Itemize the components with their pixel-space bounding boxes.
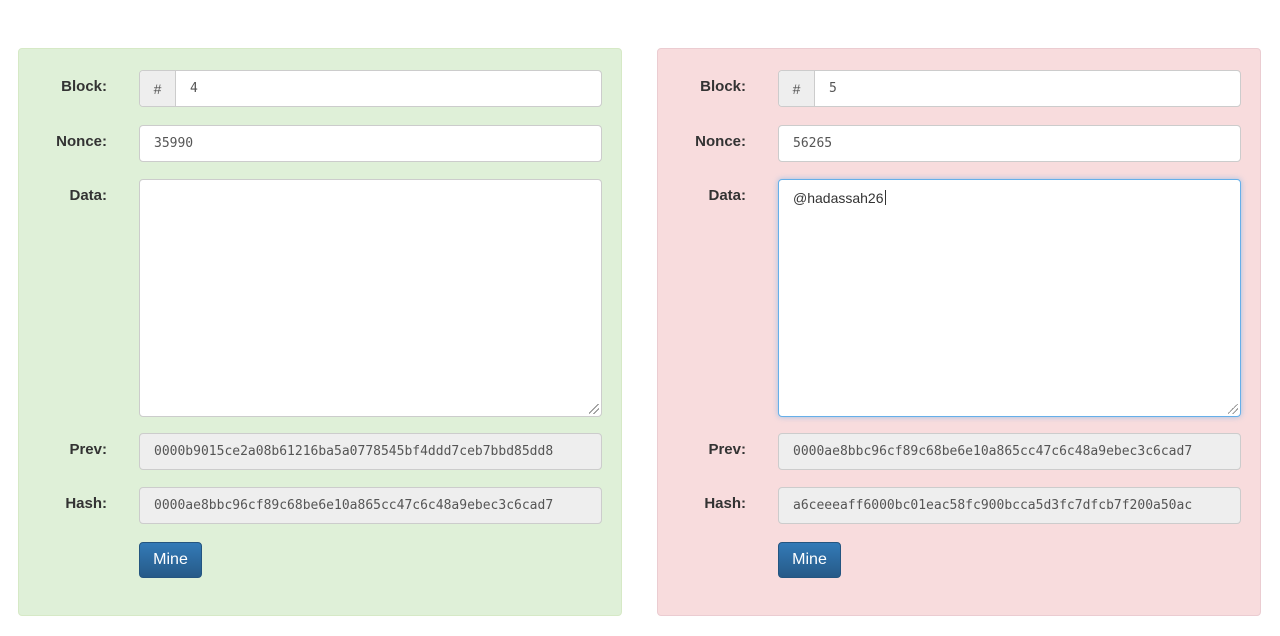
block-label: Block: bbox=[61, 78, 107, 95]
block-label: Block: bbox=[700, 78, 746, 95]
data-textarea[interactable]: @hadassah26 bbox=[778, 179, 1241, 417]
hash-value: 0000ae8bbc96cf89c68be6e10a865cc47c6c48a9… bbox=[154, 498, 554, 513]
prev-hash-field[interactable]: 0000ae8bbc96cf89c68be6e10a865cc47c6c48a9… bbox=[778, 433, 1241, 470]
hash-label: Hash: bbox=[704, 495, 746, 512]
resize-grip-icon[interactable] bbox=[589, 404, 599, 414]
nonce-label: Nonce: bbox=[56, 133, 107, 150]
prev-label: Prev: bbox=[708, 441, 746, 458]
block-number-value: 5 bbox=[829, 81, 837, 96]
text-caret bbox=[884, 190, 886, 205]
block-number-value: 4 bbox=[190, 81, 198, 96]
nonce-input[interactable]: 35990 bbox=[139, 125, 602, 162]
data-value: @hadassah26 bbox=[793, 190, 884, 206]
mine-button[interactable]: Mine bbox=[139, 542, 202, 578]
block-number-input[interactable]: # 4 bbox=[139, 70, 602, 107]
block-card-5: Block: # 5 Nonce: 56265 Data: @hadassah2… bbox=[657, 48, 1261, 616]
resize-grip-icon[interactable] bbox=[1228, 404, 1238, 414]
nonce-value: 56265 bbox=[793, 136, 833, 151]
prev-hash-field[interactable]: 0000b9015ce2a08b61216ba5a0778545bf4ddd7c… bbox=[139, 433, 602, 470]
prev-hash-value: 0000b9015ce2a08b61216ba5a0778545bf4ddd7c… bbox=[154, 444, 554, 459]
prev-label: Prev: bbox=[69, 441, 107, 458]
block-number-input[interactable]: # 5 bbox=[778, 70, 1241, 107]
block-card-4: Block: # 4 Nonce: 35990 Data: Prev: 0000… bbox=[18, 48, 622, 616]
mine-button[interactable]: Mine bbox=[778, 542, 841, 578]
hash-field[interactable]: 0000ae8bbc96cf89c68be6e10a865cc47c6c48a9… bbox=[139, 487, 602, 524]
hash-field[interactable]: a6ceeeaff6000bc01eac58fc900bcca5d3fc7dfc… bbox=[778, 487, 1241, 524]
data-label: Data: bbox=[69, 187, 107, 204]
hash-value: a6ceeeaff6000bc01eac58fc900bcca5d3fc7dfc… bbox=[793, 498, 1193, 513]
data-label: Data: bbox=[708, 187, 746, 204]
nonce-input[interactable]: 56265 bbox=[778, 125, 1241, 162]
hash-prefix-addon: # bbox=[140, 71, 176, 106]
hash-label: Hash: bbox=[65, 495, 107, 512]
prev-hash-value: 0000ae8bbc96cf89c68be6e10a865cc47c6c48a9… bbox=[793, 444, 1193, 459]
nonce-label: Nonce: bbox=[695, 133, 746, 150]
hash-prefix-addon: # bbox=[779, 71, 815, 106]
nonce-value: 35990 bbox=[154, 136, 194, 151]
data-textarea[interactable] bbox=[139, 179, 602, 417]
